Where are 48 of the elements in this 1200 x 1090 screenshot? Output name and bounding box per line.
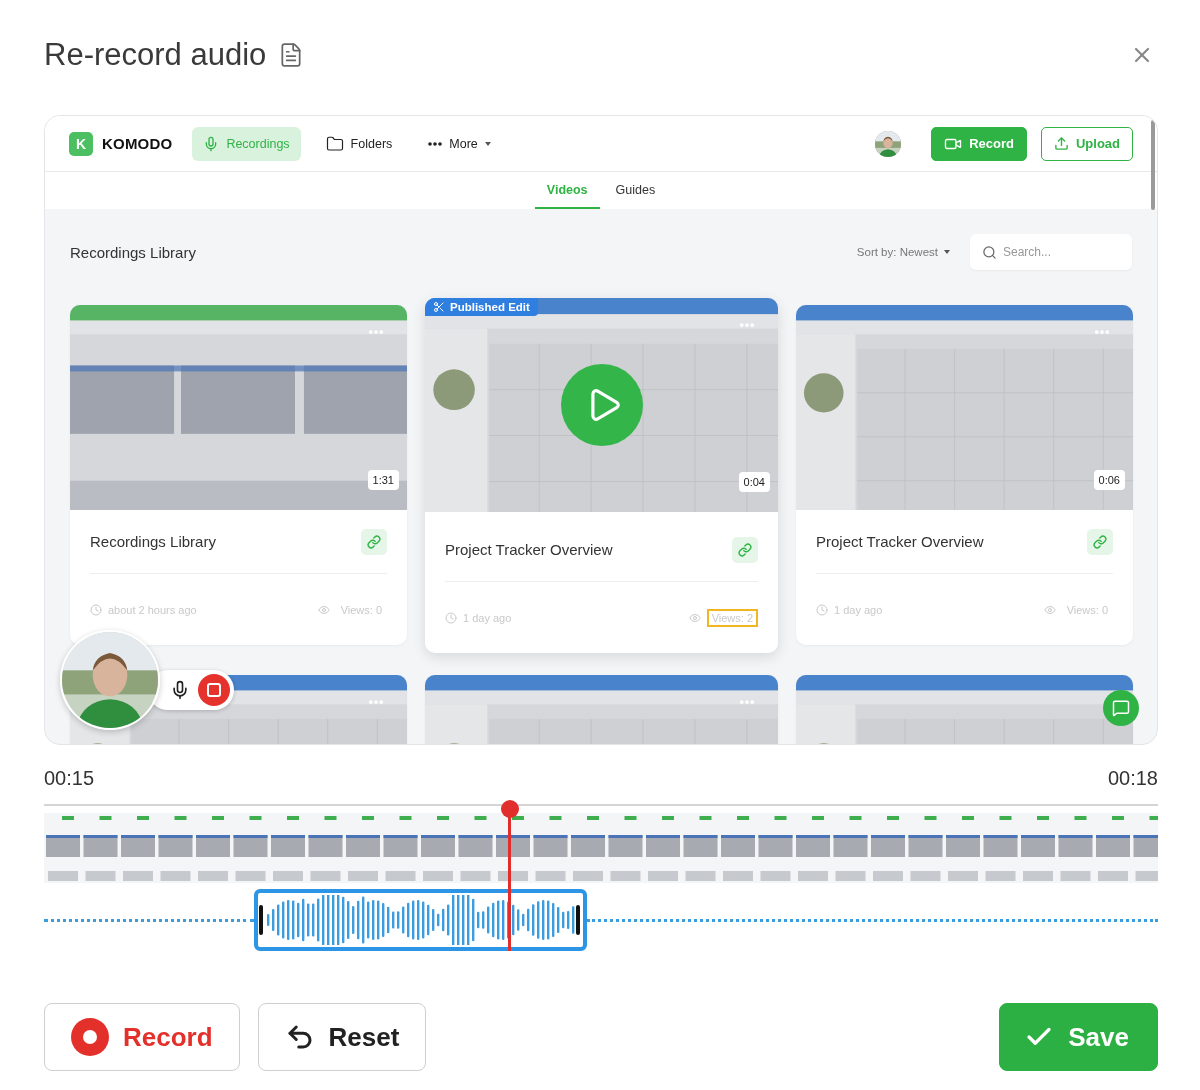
dialog-title: Re-record audio — [44, 36, 267, 73]
playhead-handle[interactable] — [500, 800, 519, 818]
link-icon — [1093, 534, 1107, 549]
record-icon — [71, 1018, 109, 1056]
search-icon — [982, 245, 997, 260]
copy-link-button[interactable] — [1087, 528, 1113, 555]
brand-name: KOMODO — [102, 135, 173, 152]
nav-item[interactable]: Folders — [314, 126, 404, 161]
sort-dropdown[interactable]: Sort by: Newest — [856, 246, 938, 258]
clock-icon — [816, 603, 828, 616]
copy-link-button[interactable] — [361, 528, 387, 555]
eye-icon — [688, 611, 701, 624]
link-icon — [738, 542, 752, 557]
search-field[interactable]: Search... — [970, 234, 1132, 270]
duration-badge: 0:06 — [1093, 470, 1125, 490]
duration-badge: 1:31 — [367, 470, 399, 490]
card-title: Project Tracker Overview — [816, 533, 985, 550]
reset-button[interactable]: Reset — [257, 1003, 427, 1071]
record-button[interactable]: Record — [44, 1003, 240, 1071]
link-icon — [367, 534, 381, 549]
duration-badge: 0:04 — [738, 472, 770, 492]
scrollbar[interactable] — [1151, 120, 1155, 210]
start-time: 00:15 — [44, 767, 95, 790]
more-icon — [428, 141, 443, 146]
nav-item[interactable]: More — [417, 126, 502, 161]
caret-icon — [944, 250, 950, 254]
folder-icon — [325, 134, 344, 153]
end-time: 00:18 — [1107, 767, 1158, 790]
audio-selection[interactable] — [254, 889, 587, 951]
eye-icon — [1043, 603, 1056, 616]
library-title: Recordings Library — [70, 243, 196, 261]
card-title: Recordings Library — [90, 533, 217, 550]
published-badge: Published Edit — [425, 298, 538, 316]
chat-icon — [1112, 699, 1130, 717]
trim-handle[interactable] — [259, 905, 263, 935]
clock-icon — [445, 611, 457, 624]
tab[interactable]: Guides — [603, 172, 668, 209]
copy-link-button[interactable] — [732, 536, 758, 563]
microphone-icon[interactable] — [170, 680, 190, 700]
avatar[interactable] — [875, 130, 902, 157]
logo-mark: K — [69, 131, 93, 156]
upload-icon — [1053, 136, 1069, 151]
stop-button[interactable] — [198, 674, 230, 706]
caret-icon — [484, 141, 491, 146]
card-title: Project Tracker Overview — [445, 541, 614, 558]
clock-icon — [90, 603, 102, 616]
eye-icon — [317, 603, 330, 616]
trim-handle[interactable] — [576, 905, 580, 935]
